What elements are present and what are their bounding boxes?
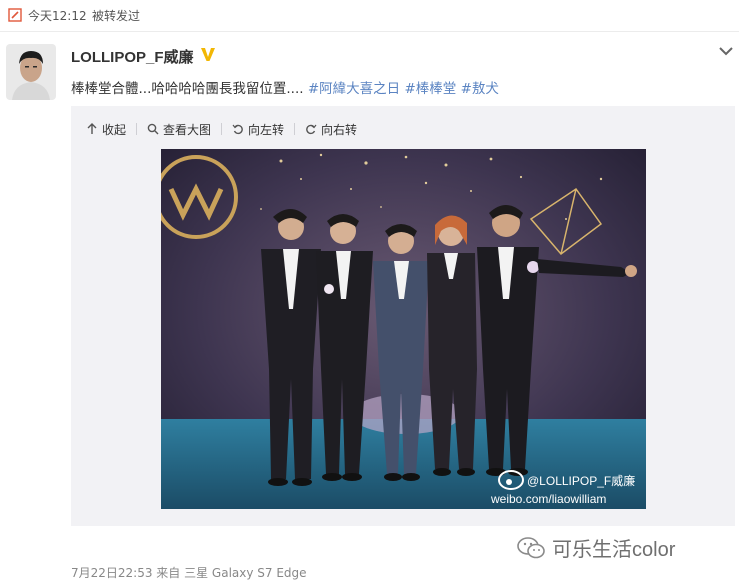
watermark-text: 可乐生活color xyxy=(552,539,676,561)
rotate-right-button[interactable]: 向右转 xyxy=(305,121,357,138)
post-body: 棒棒堂合體...哈哈哈哈團長我留位置.... xyxy=(71,81,304,97)
rotate-right-icon xyxy=(306,124,317,135)
collapse-label: 收起 xyxy=(102,122,127,137)
rotate-left-icon xyxy=(232,124,243,135)
chevron-down-icon[interactable] xyxy=(718,45,734,57)
toolbar-divider xyxy=(294,123,296,135)
edit-icon xyxy=(8,8,22,22)
channel-watermark: 可乐生活color xyxy=(516,533,675,562)
hashtag-link[interactable]: #棒棒堂 xyxy=(404,81,456,97)
rotate-left-label: 向左转 xyxy=(248,122,285,137)
post-photo[interactable]: @LOLLIPOP_F威廉 weibo.com/liaowilliam xyxy=(161,149,646,509)
username-link[interactable]: LOLLIPOP_F威廉 xyxy=(71,46,194,67)
post-footer: 7月22日22:53 来自 三星 Galaxy S7 Edge xyxy=(71,566,307,580)
view-large-button[interactable]: 查看大图 xyxy=(147,121,211,138)
avatar[interactable] xyxy=(6,44,56,100)
photo-watermark-handle: @LOLLIPOP_F威廉 xyxy=(527,473,635,488)
post-time-today: 今天12:12 xyxy=(28,9,87,23)
view-large-label: 查看大图 xyxy=(163,122,212,137)
post-text: 棒棒堂合體...哈哈哈哈團長我留位置.... #阿緯大喜之日 #棒棒堂 #敖犬 xyxy=(71,77,499,97)
verified-icon xyxy=(201,48,215,61)
toolbar-divider xyxy=(136,123,138,135)
photo-watermark-url: weibo.com/liaowilliam xyxy=(490,492,606,506)
arrow-up-icon xyxy=(87,123,97,134)
image-toolbar: 收起 查看大图 向左转 向右转 xyxy=(86,119,357,139)
search-icon xyxy=(147,123,159,135)
rotate-right-label: 向右转 xyxy=(321,122,358,137)
hashtag-link[interactable]: #敖犬 xyxy=(461,81,499,97)
forwarded-status: 被转发过 xyxy=(92,9,141,23)
top-bar: 今天12:12 被转发过 xyxy=(0,0,739,32)
wechat-icon xyxy=(517,536,545,558)
collapse-button[interactable]: 收起 xyxy=(86,121,126,138)
rotate-left-button[interactable]: 向左转 xyxy=(232,121,284,138)
toolbar-divider xyxy=(221,123,223,135)
hashtag-link[interactable]: #阿緯大喜之日 xyxy=(308,81,400,97)
